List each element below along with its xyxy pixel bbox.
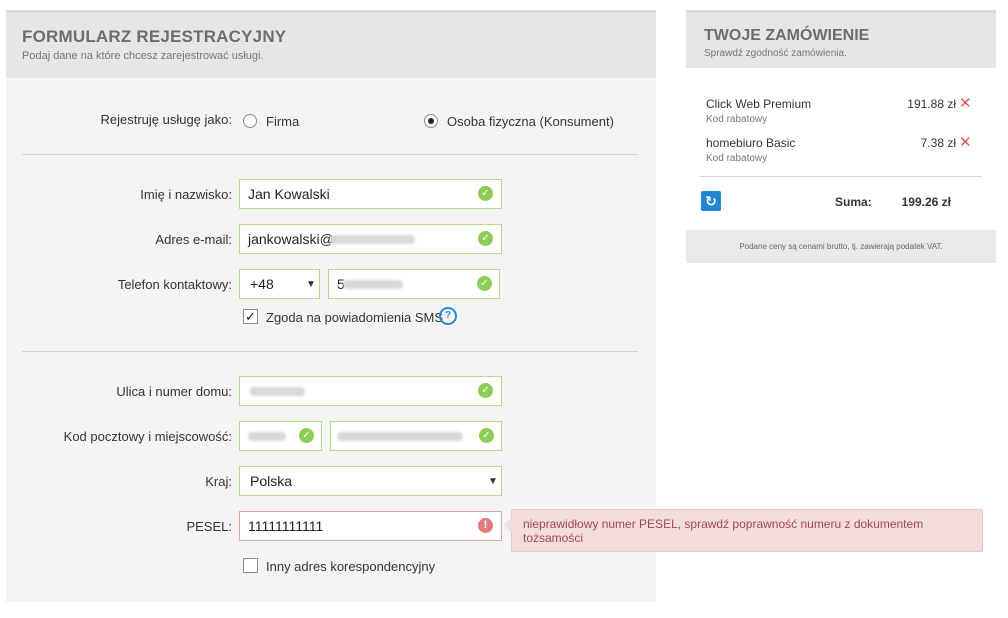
pesel-label: PESEL: (186, 519, 232, 534)
pesel-error-tooltip: nieprawidłowy numer PESEL, sprawdź popra… (504, 509, 983, 552)
email-input[interactable]: jankowalski@ ✓ (239, 224, 502, 254)
close-icon[interactable]: ✕ (959, 96, 972, 111)
order-item-name: homebiuro Basic (706, 136, 796, 150)
divider (700, 176, 982, 177)
email-label: Adres e-mail: (155, 232, 232, 247)
form-header: FORMULARZ REJESTRACYJNY Podaj dane na kt… (6, 13, 656, 78)
phone-prefix-value: +48 (250, 276, 274, 292)
divider (22, 351, 638, 352)
city-input[interactable]: ✓ (330, 421, 502, 451)
blurred-text (248, 432, 286, 441)
divider (22, 154, 638, 155)
discount-code-link[interactable]: Kod rabatowy (706, 153, 767, 164)
order-title: TWOJE ZAMÓWIENIE (704, 27, 870, 44)
country-label: Kraj: (205, 474, 232, 489)
blurred-text (250, 387, 305, 396)
order-header: TWOJE ZAMÓWIENIE Sprawdź zgodność zamówi… (686, 13, 996, 68)
order-item-price: 191.88 zł (907, 97, 956, 111)
name-label: Imię i nazwisko: (140, 187, 232, 202)
country-select-value: Polska (250, 473, 293, 489)
name-input-value: Jan Kowalski (248, 186, 330, 202)
street-label: Ulica i numer domu: (116, 384, 232, 399)
alt-address-label[interactable]: Inny adres korespondencyjny (266, 559, 435, 574)
phone-input[interactable]: 5 ✓ (328, 269, 500, 299)
blurred-text (337, 432, 463, 441)
exclamation-circle-icon: ! (478, 518, 493, 533)
order-item-price: 7.38 zł (920, 136, 956, 150)
chevron-down-icon: ▼ (488, 476, 498, 487)
name-input[interactable]: Jan Kowalski ✓ (239, 179, 502, 209)
register-as-label: Rejestruję usługę jako: (100, 112, 232, 127)
pesel-input[interactable]: 11111111111 ! (239, 511, 502, 541)
radio-osoba-fizyczna-label[interactable]: Osoba fizyczna (Konsument) (447, 114, 614, 129)
order-item-name: Click Web Premium (706, 97, 812, 111)
postal-code-input[interactable]: ✓ (239, 421, 322, 451)
alt-address-checkbox[interactable] (243, 558, 258, 573)
sum-label: Suma: (835, 195, 872, 209)
radio-firma[interactable] (243, 114, 257, 128)
check-circle-icon: ✓ (299, 428, 314, 443)
radio-firma-label[interactable]: Firma (266, 114, 299, 129)
check-circle-icon: ✓ (477, 276, 492, 291)
email-input-value: jankowalski@ (248, 231, 334, 247)
check-circle-icon: ✓ (478, 231, 493, 246)
radio-osoba-fizyczna[interactable] (424, 114, 438, 128)
check-circle-icon: ✓ (478, 186, 493, 201)
street-input[interactable]: ✓ (239, 376, 502, 406)
phone-prefix-select[interactable]: +48 ▼ (239, 269, 320, 299)
order-subtitle: Sprawdź zgodność zamówienia. (704, 48, 847, 59)
sms-consent-checkbox[interactable]: ✓ (243, 309, 258, 324)
close-icon[interactable]: ✕ (959, 135, 972, 150)
blurred-text (330, 235, 415, 244)
vat-note: Podane ceny są cenami brutto, tj. zawier… (686, 230, 996, 263)
check-circle-icon: ✓ (478, 383, 493, 398)
blurred-text (343, 280, 403, 289)
discount-code-link[interactable]: Kod rabatowy (706, 114, 767, 125)
pesel-input-value: 11111111111 (248, 518, 324, 534)
country-select[interactable]: Polska ▼ (239, 466, 502, 496)
form-title: FORMULARZ REJESTRACYJNY (22, 27, 287, 46)
form-subtitle: Podaj dane na które chcesz zarejestrować… (22, 50, 264, 62)
refresh-icon[interactable]: ↻ (701, 191, 721, 211)
check-circle-icon: ✓ (479, 428, 494, 443)
sms-consent-label[interactable]: Zgoda na powiadomienia SMS (266, 310, 443, 325)
question-circle-icon[interactable]: ? (439, 307, 457, 325)
sum-value: 199.26 zł (901, 195, 951, 209)
chevron-down-icon: ▼ (306, 279, 316, 290)
phone-label: Telefon kontaktowy: (117, 277, 232, 292)
order-summary-panel: TWOJE ZAMÓWIENIE Sprawdź zgodność zamówi… (686, 10, 996, 263)
postal-city-label: Kod pocztowy i miejscowość: (63, 429, 232, 444)
